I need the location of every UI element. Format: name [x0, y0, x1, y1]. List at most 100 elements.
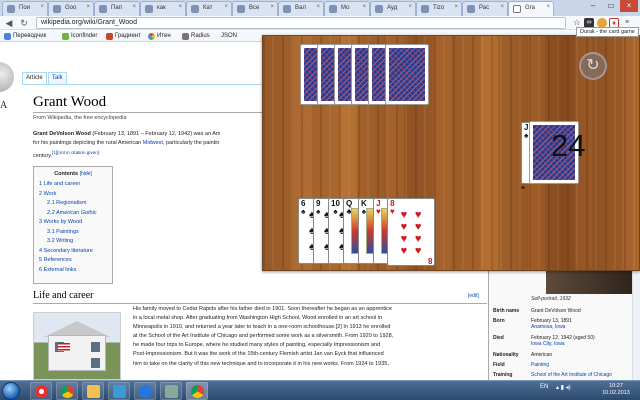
body-line: him to take on the clarity of this new t…	[133, 360, 389, 367]
tab-close-icon[interactable]: ×	[86, 4, 90, 10]
minimize-icon[interactable]: –	[584, 0, 602, 12]
tab-favicon-icon	[53, 5, 61, 13]
section-body: His family moved to Cedar Rapids after h…	[133, 305, 485, 369]
body-line: at the School of the Art Institute of Ch…	[133, 333, 394, 340]
toc-item[interactable]: 3.1 Paintings	[39, 228, 107, 238]
tab-favicon-icon	[237, 5, 245, 13]
place-link[interactable]: Iowa City, Iowa	[531, 341, 635, 347]
card-corner: 9 ♠	[316, 199, 321, 216]
bookmark-item[interactable]: JSON	[218, 32, 237, 41]
title-divider	[33, 112, 263, 113]
browser-tab[interactable]: Tizo ×	[416, 1, 462, 16]
tab-favicon-icon	[283, 5, 291, 13]
browser-tab[interactable]: Goo ×	[48, 1, 94, 16]
toc-item[interactable]: 2.2 American Gothic	[39, 209, 107, 219]
toc-hide-link[interactable]: [hide]	[80, 171, 92, 177]
iconfinder-icon	[62, 33, 69, 40]
taskbar-app[interactable]	[160, 382, 182, 400]
notepad-icon	[165, 385, 178, 398]
bookmark-item[interactable]: Градиент	[106, 32, 141, 41]
browser-tab[interactable]: Ауд ×	[370, 1, 416, 16]
house-body	[48, 335, 106, 371]
start-button[interactable]	[2, 382, 20, 400]
close-window-icon[interactable]: ×	[620, 0, 638, 12]
gradient-icon	[106, 33, 113, 40]
bookmark-item[interactable]: Radius	[182, 32, 210, 41]
card-corner: 6 ♠	[301, 199, 306, 216]
house-thumbnail-image[interactable]	[33, 312, 121, 380]
taskbar-app[interactable]	[56, 382, 78, 400]
bookmark-item[interactable]: Переводчик	[4, 32, 46, 41]
house-window	[91, 342, 100, 352]
card-back-pattern	[389, 48, 425, 101]
toc-item[interactable]: 3.2 Writing	[39, 237, 107, 247]
hand-card[interactable]: 8 ♥ ♥ ♥ ♥ ♥ ♥ ♥ ♥ ♥ 8	[387, 198, 435, 266]
browser-tab[interactable]: как ×	[140, 1, 186, 16]
toc-item[interactable]: 1 Life and career	[39, 180, 107, 190]
opera-icon	[35, 385, 48, 398]
tab-close-icon[interactable]: ×	[500, 4, 504, 10]
back-icon[interactable]: ◀	[3, 17, 15, 29]
house-window	[91, 358, 100, 368]
toc-item[interactable]: 3 Works by Wood	[39, 218, 107, 228]
tab-talk[interactable]: Talk	[48, 72, 67, 84]
browser-tab[interactable]: Все ×	[232, 1, 278, 16]
tab-favicon-icon	[191, 5, 199, 13]
tab-close-icon[interactable]: ×	[316, 4, 320, 10]
tab-close-icon[interactable]: ×	[224, 4, 228, 10]
browser-tab[interactable]: Рас ×	[462, 1, 508, 16]
toc-item[interactable]: 5 References	[39, 256, 107, 266]
tab-close-icon[interactable]: ×	[546, 4, 550, 10]
toc-title: Contents [hide]	[54, 171, 92, 177]
browser-tab[interactable]: Пои ×	[2, 1, 48, 16]
citation-link[interactable]: [1][not in citation given]	[52, 150, 99, 155]
browser-tab[interactable]: Мо ×	[324, 1, 370, 16]
tab-favicon-icon	[467, 5, 475, 13]
tab-close-icon[interactable]: ×	[40, 4, 44, 10]
tab-close-icon[interactable]: ×	[132, 4, 136, 10]
toc-item[interactable]: 2 Work	[39, 190, 107, 200]
body-line: in a local metal shop. After graduating …	[133, 315, 383, 322]
toc-item[interactable]: 6 External links	[39, 266, 107, 276]
maximize-icon[interactable]: ▭	[602, 0, 620, 12]
address-bar[interactable]: wikipedia.org/wiki/Grant_Wood	[36, 17, 566, 29]
lead-paragraph: Grant DeVolson Wood (February 13, 1891 –…	[33, 131, 221, 159]
browser-tab[interactable]: Вал ×	[278, 1, 324, 16]
system-clock[interactable]: 10:27 10.02.2013	[596, 383, 636, 397]
body-line: His family moved to Cedar Rapids after h…	[133, 306, 392, 312]
bookmark-item[interactable]: Итен	[148, 32, 171, 41]
tab-close-icon[interactable]: ×	[408, 4, 412, 10]
browser-tab[interactable]: Пап ×	[94, 1, 140, 16]
section-edit-link[interactable]: [edit]	[468, 293, 479, 299]
taskbar-app[interactable]	[108, 382, 130, 400]
tab-close-icon[interactable]: ×	[178, 4, 182, 10]
taskbar-app[interactable]	[82, 382, 104, 400]
tab-article[interactable]: Article	[22, 72, 47, 84]
tab-favicon-icon	[99, 5, 107, 13]
reload-icon[interactable]: ↻	[18, 17, 30, 29]
language-indicator[interactable]: EN	[540, 384, 548, 390]
place-link[interactable]: Anamosa, Iowa	[531, 324, 635, 330]
taskbar-app-active[interactable]	[186, 382, 208, 400]
portrait-image[interactable]	[546, 270, 640, 294]
browser-tab-active[interactable]: Gra ×	[508, 1, 554, 16]
browser-tab[interactable]: Кат ×	[186, 1, 232, 16]
deck-count: 24	[551, 128, 586, 163]
tab-close-icon[interactable]: ×	[270, 4, 274, 10]
midwest-link[interactable]: Midwest	[143, 140, 163, 146]
toc-item[interactable]: 2.1 Regionalism	[39, 199, 107, 209]
bookmark-item[interactable]: Iconfinder	[62, 32, 97, 41]
section-divider	[33, 303, 487, 304]
wikipedia-globe-icon	[0, 62, 14, 92]
taskbar-app[interactable]	[134, 382, 156, 400]
chat-icon	[139, 385, 152, 398]
wikipedia-logo[interactable]: A	[0, 62, 20, 114]
tab-close-icon[interactable]: ×	[362, 4, 366, 10]
taskbar-app[interactable]	[30, 382, 52, 400]
body-line: he made four trips to Europe, where he s…	[133, 342, 381, 349]
tray-icons[interactable]: ▴ ▮ ◂)	[556, 384, 571, 391]
toc-item[interactable]: 4 Secondary literature	[39, 247, 107, 257]
address-text: wikipedia.org/wiki/Grant_Wood	[41, 19, 137, 26]
restart-icon[interactable]: ↻	[579, 52, 607, 80]
tab-close-icon[interactable]: ×	[454, 4, 458, 10]
